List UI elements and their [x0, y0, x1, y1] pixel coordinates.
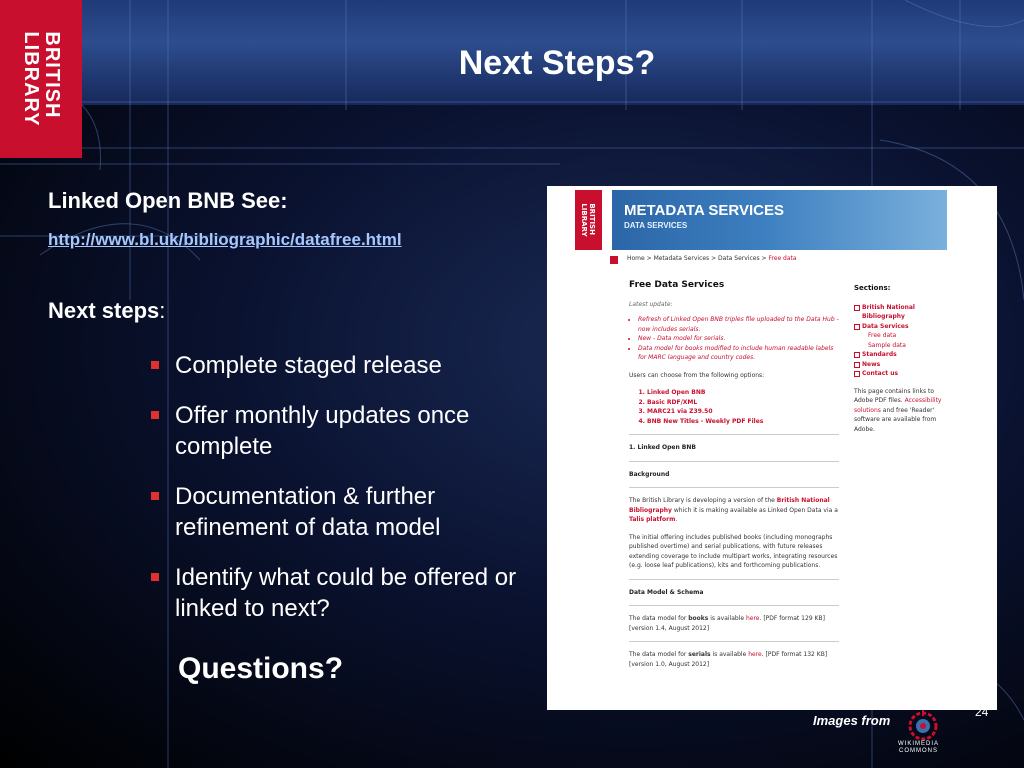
background-heading: Background — [629, 470, 670, 478]
pdf-note: This page contains links to Adobe PDF fi… — [854, 387, 954, 435]
update-item[interactable]: Refresh of Linked Open BNB triples file … — [638, 315, 839, 334]
panel-main-content: Free Data Services Latest update: Refres… — [629, 280, 839, 677]
text: [version 1.4, August 2012] — [629, 624, 710, 632]
talis-link[interactable]: Talis platform — [629, 516, 675, 523]
wikimedia-commons-icon — [908, 710, 938, 741]
breadcrumb: Home > Metadata Services > Data Services… — [627, 255, 797, 262]
text: which it is making available as Linked O… — [671, 506, 838, 514]
wikimedia-commons-label: WIKIMEDIA COMMONS — [898, 741, 940, 754]
bullet-text: Offer monthly updates once complete — [175, 402, 470, 460]
bullet-text: Documentation & further refinement of da… — [175, 483, 441, 541]
choose-text: Users can choose from the following opti… — [629, 371, 765, 379]
home-icon[interactable] — [610, 256, 618, 264]
bullet-square-icon — [151, 492, 159, 500]
text: The data model for — [629, 651, 689, 658]
text: The British Library is developing a vers… — [629, 497, 777, 504]
bullet-square-icon — [151, 411, 159, 419]
metadata-services-screenshot: BRITISH LIBRARY METADATA SERVICES DATA S… — [547, 186, 997, 710]
panel-sidebar: Sections: British National Bibliography … — [854, 284, 954, 434]
option-link[interactable]: BNB New Titles - Weekly PDF Files — [647, 417, 839, 427]
books-here-link[interactable]: here — [746, 615, 760, 622]
sidebar-item-data-services[interactable]: Data Services — [854, 322, 954, 332]
bullet-square-icon — [151, 573, 159, 581]
sections-heading: Sections: — [854, 284, 891, 292]
books-model-para: The data model for books is available he… — [629, 614, 839, 633]
bullet-text: Complete staged release — [175, 352, 442, 379]
divider — [629, 487, 839, 488]
page-number: 24 — [975, 705, 989, 719]
divider — [629, 641, 839, 642]
bullet-square-icon — [151, 361, 159, 369]
section-1-heading: 1. Linked Open BNB — [629, 444, 696, 451]
text: is available — [708, 615, 746, 622]
update-list: Refresh of Linked Open BNB triples file … — [629, 315, 839, 363]
bullet-list: Complete staged release Offer monthly up… — [150, 350, 540, 643]
divider — [629, 578, 839, 580]
panel-heading: Free Data Services — [629, 280, 725, 290]
next-steps-heading: Next steps: — [48, 298, 165, 324]
text: books — [688, 615, 709, 622]
crumb-current: Free data — [768, 255, 797, 262]
crumb-separator: > — [644, 255, 654, 262]
questions-text: Questions? — [178, 652, 344, 685]
banner-title: METADATA SERVICES — [624, 202, 785, 219]
background-para-1: The British Library is developing a vers… — [629, 496, 839, 525]
divider — [629, 434, 839, 435]
images-credit: Images from — [813, 713, 891, 728]
panel-bl-logo: BRITISH LIBRARY — [575, 190, 602, 250]
slide: BRITISH LIBRARY Next Steps? Linked Open … — [0, 0, 1024, 768]
data-model-heading: Data Model & Schema — [629, 588, 704, 596]
option-link[interactable]: Linked Open BNB — [647, 388, 839, 398]
option-link[interactable]: Basic RDF/XML — [647, 398, 839, 408]
bullet-item: Documentation & further refinement of da… — [150, 481, 540, 543]
serials-model-para: The data model for serials is available … — [629, 650, 839, 669]
crumb-home[interactable]: Home — [627, 255, 645, 262]
bullet-item: Offer monthly updates once complete — [150, 400, 540, 462]
latest-update-label: Latest update: — [629, 300, 673, 308]
sidebar-item-contact[interactable]: Contact us — [854, 369, 954, 379]
text: . [PDF format 129 KB] — [759, 615, 825, 622]
text: . — [675, 516, 678, 523]
divider — [629, 460, 839, 462]
sidebar-subitem-sample-data[interactable]: Sample data — [854, 341, 954, 351]
bullet-item: Complete staged release — [150, 350, 540, 381]
text: The data model for — [629, 615, 689, 622]
datafree-link[interactable]: http://www.bl.uk/bibliographic/datafree.… — [48, 230, 402, 250]
bullet-item: Identify what could be offered or linked… — [150, 562, 540, 624]
update-item[interactable]: Data model for books modified to include… — [638, 344, 839, 363]
sidebar-item-bnb[interactable]: British National Bibliography — [854, 303, 954, 322]
text: [version 1.0, August 2012] — [629, 660, 710, 668]
text: serials — [688, 651, 711, 658]
sidebar-subitem-free-data[interactable]: Free data — [854, 331, 954, 341]
update-item[interactable]: New - Data model for serials. — [638, 334, 839, 344]
divider — [629, 605, 839, 606]
crumb-separator: > — [709, 255, 719, 262]
slide-title: Next Steps? — [458, 44, 656, 82]
bullet-text: Identify what could be offered or linked… — [175, 564, 517, 622]
sidebar-item-news[interactable]: News — [854, 360, 954, 370]
background-para-2: The initial offering includes published … — [629, 533, 838, 570]
linked-open-bnb-heading: Linked Open BNB See: — [48, 188, 288, 213]
crumb-metadata[interactable]: Metadata Services — [654, 255, 710, 262]
options-list: Linked Open BNB Basic RDF/XML MARC21 via… — [629, 388, 839, 426]
banner-subtitle: DATA SERVICES — [624, 221, 688, 230]
panel-logo-text: BRITISH LIBRARY — [580, 203, 596, 237]
panel-banner: METADATA SERVICES DATA SERVICES — [612, 190, 947, 250]
text: . [PDF format 132 KB] — [761, 651, 828, 658]
text: is available — [710, 651, 749, 658]
sidebar-item-standards[interactable]: Standards — [854, 350, 954, 360]
next-steps-label: Next steps — [48, 298, 160, 323]
next-steps-colon: : — [159, 298, 166, 323]
serials-here-link[interactable]: here — [748, 651, 762, 658]
option-link[interactable]: MARC21 via Z39.50 — [647, 407, 839, 417]
crumb-data-services[interactable]: Data Services — [718, 255, 760, 262]
